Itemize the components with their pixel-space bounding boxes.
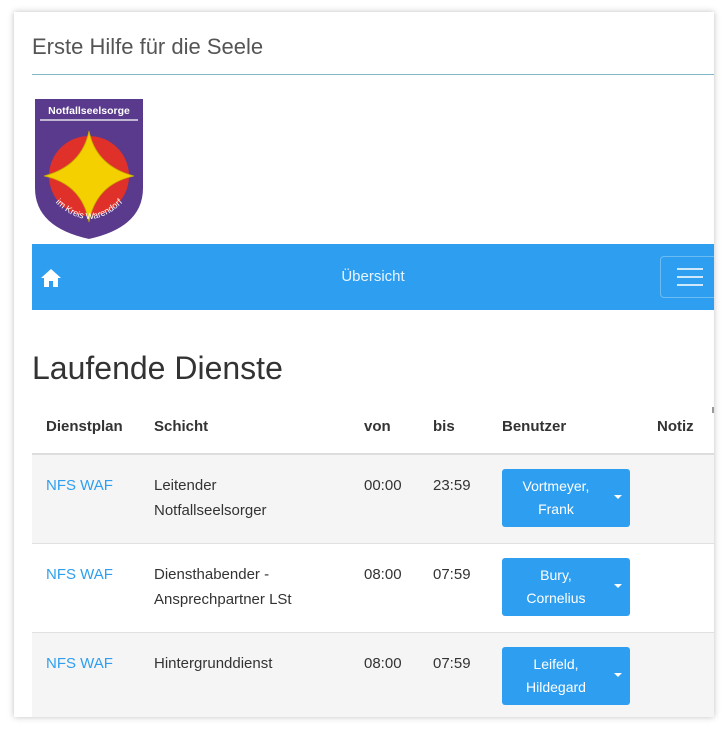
- navbar: Übersicht: [32, 244, 714, 310]
- nav-title-uebersicht[interactable]: Übersicht: [32, 268, 714, 285]
- schicht-text-line2: Ansprechpartner LSt: [154, 591, 292, 608]
- schicht-text-line2: Notfallseelsorger: [154, 502, 267, 519]
- column-header-notiz: Notiz: [643, 404, 714, 455]
- von-time: 08:00: [350, 632, 419, 717]
- schicht-text: Diensthabender -: [154, 566, 270, 583]
- bis-time: 07:59: [419, 543, 488, 633]
- caret-down-icon: [614, 495, 622, 499]
- caret-down-icon: [614, 584, 622, 588]
- column-header-benutzer: Benutzer: [488, 404, 643, 455]
- table-header-row: Dienstplan Schicht von bis Benutzer Noti…: [32, 404, 714, 455]
- browser-frame: Erste Hilfe für die Seele Notfallseelsor…: [14, 12, 714, 717]
- notfallseelsorge-logo: Notfallseelsorge im Kreis Warendorf: [33, 97, 145, 242]
- table-row: NFS WAF Hintergrunddienst 08:00 07:59 Le…: [32, 632, 714, 717]
- user-dropdown-button[interactable]: Vortmeyer, Frank: [502, 469, 630, 527]
- user-dropdown-button[interactable]: Bury, Cornelius: [502, 558, 630, 616]
- notiz-cell: [643, 543, 714, 633]
- column-header-bis: bis: [419, 404, 488, 455]
- notiz-cell: [643, 454, 714, 544]
- column-header-von: von: [350, 404, 419, 455]
- schicht-text: Leitender: [154, 477, 217, 494]
- table-row: NFS WAF Leitender Notfallseelsorger 00:00…: [32, 454, 714, 544]
- notiz-cell: [643, 632, 714, 717]
- user-lastname: Bury,: [540, 567, 572, 583]
- logo-text-top: Notfallseelsorge: [48, 105, 130, 117]
- bis-time: 23:59: [419, 454, 488, 544]
- dienstplan-link[interactable]: NFS WAF: [46, 566, 113, 583]
- user-firstname: Frank: [538, 501, 574, 517]
- von-time: 00:00: [350, 454, 419, 544]
- caret-down-icon: [614, 673, 622, 677]
- dienstplan-link[interactable]: NFS WAF: [46, 655, 113, 672]
- user-lastname: Vortmeyer,: [522, 478, 590, 494]
- title-divider: [32, 74, 714, 75]
- duty-table: Dienstplan Schicht von bis Benutzer Noti…: [32, 404, 714, 717]
- user-dropdown-button[interactable]: Leifeld, Hildegard: [502, 647, 630, 705]
- dienstplan-link[interactable]: NFS WAF: [46, 477, 113, 494]
- schicht-text: Hintergrunddienst: [154, 655, 273, 672]
- user-lastname: Leifeld,: [533, 656, 579, 672]
- table-row: NFS WAF Diensthabender - Ansprechpartner …: [32, 543, 714, 633]
- column-header-dienstplan: Dienstplan: [32, 404, 140, 455]
- user-firstname: Cornelius: [526, 590, 586, 606]
- von-time: 08:00: [350, 543, 419, 633]
- page-title: Laufende Dienste: [32, 350, 283, 386]
- hamburger-icon[interactable]: [660, 256, 714, 298]
- site-title: Erste Hilfe für die Seele: [32, 34, 264, 59]
- user-firstname: Hildegard: [526, 679, 586, 695]
- bis-time: 07:59: [419, 632, 488, 717]
- column-header-schicht: Schicht: [140, 404, 350, 455]
